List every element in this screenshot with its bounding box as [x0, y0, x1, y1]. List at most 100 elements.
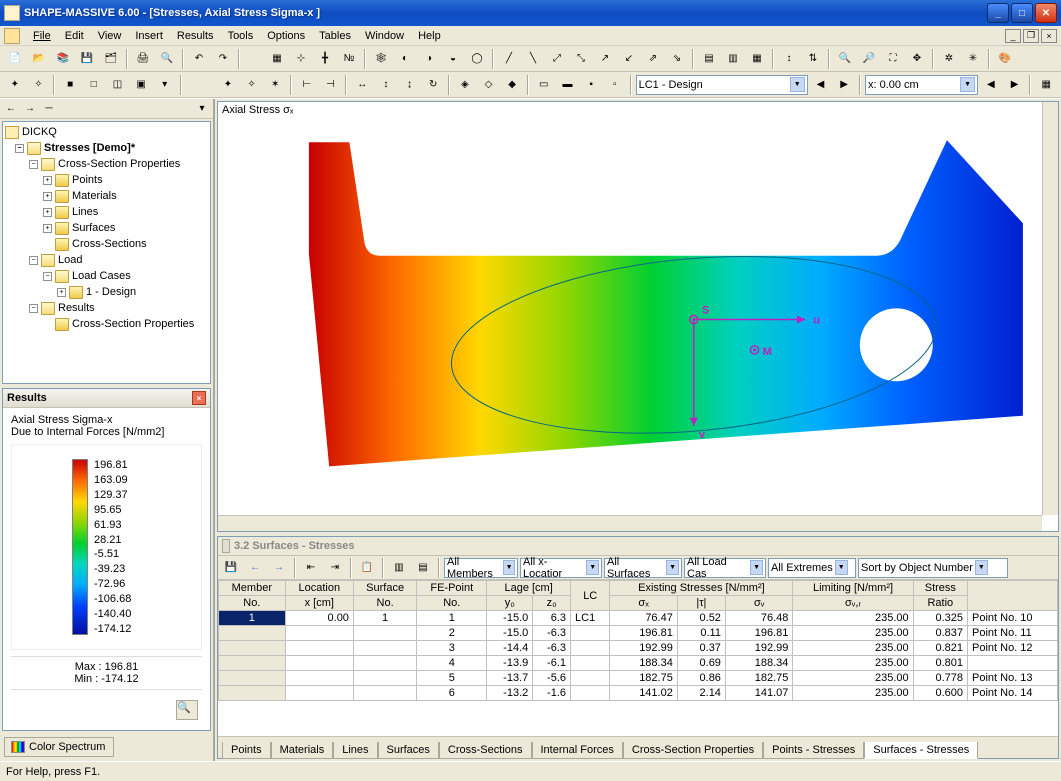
- number-toggle-button[interactable]: №: [338, 48, 360, 70]
- table-row[interactable]: 3-14.4-6.3192.990.37192.99235.000.821Poi…: [219, 641, 1058, 656]
- sec1-button[interactable]: ╱: [498, 48, 520, 70]
- maximize-button[interactable]: □: [1011, 3, 1033, 23]
- table3-button[interactable]: ▦: [746, 48, 768, 70]
- tool-e2[interactable]: ◇: [478, 74, 500, 96]
- axes-toggle-button[interactable]: ⊹: [290, 48, 312, 70]
- view-z-button[interactable]: ⇅: [802, 48, 824, 70]
- tool-d4[interactable]: ↻: [422, 74, 444, 96]
- sec2-button[interactable]: ╲: [522, 48, 544, 70]
- tab-surfaces-stresses[interactable]: Surfaces - Stresses: [864, 742, 978, 759]
- opt1-button[interactable]: ✲: [938, 48, 960, 70]
- tool-f4[interactable]: ▫: [604, 74, 626, 96]
- tab-lines[interactable]: Lines: [333, 742, 377, 759]
- table-row[interactable]: 4-13.9-6.1188.340.69188.34235.000.801: [219, 656, 1058, 671]
- filter-extremes[interactable]: All Extremes▼: [768, 558, 856, 578]
- tab-points-stresses[interactable]: Points - Stresses: [763, 742, 864, 759]
- render1-button[interactable]: ◑: [418, 48, 440, 70]
- tool-dropdown[interactable]: ▾: [154, 74, 176, 96]
- minimize-button[interactable]: _: [987, 3, 1009, 23]
- tab-materials[interactable]: Materials: [271, 742, 334, 759]
- filter-location[interactable]: All x-Locatior▼: [520, 558, 602, 578]
- sec5-button[interactable]: ↗: [594, 48, 616, 70]
- panel-grip-icon[interactable]: [222, 539, 230, 553]
- zoom-out-button[interactable]: 🔎: [858, 48, 880, 70]
- sec4-button[interactable]: ⤡: [570, 48, 592, 70]
- loadcase-combo[interactable]: LC1 - Design ▼: [636, 75, 808, 95]
- tab-internal-forces[interactable]: Internal Forces: [532, 742, 623, 759]
- tool-f2[interactable]: ▬: [557, 74, 579, 96]
- grid-toggle-button[interactable]: ▦: [266, 48, 288, 70]
- tool-e3[interactable]: ◆: [501, 74, 523, 96]
- tree-root[interactable]: DICKQ: [5, 124, 208, 140]
- tool-d3[interactable]: ↨: [399, 74, 421, 96]
- pan-button[interactable]: ✥: [906, 48, 928, 70]
- table-row[interactable]: 10.0011-15.06.3LC176.470.5276.48235.000.…: [219, 611, 1058, 626]
- print-button[interactable]: 🖨: [132, 48, 154, 70]
- transparency-button[interactable]: ◯: [466, 48, 488, 70]
- tool-b2[interactable]: ✧: [241, 74, 263, 96]
- coord-combo[interactable]: x: 0.00 cm ▼: [865, 75, 978, 95]
- tool-c1[interactable]: ⊢: [296, 74, 318, 96]
- tree-group-csp[interactable]: −Cross-Section Properties: [5, 156, 208, 172]
- coord-next[interactable]: ▶: [1004, 74, 1026, 96]
- tab-points[interactable]: Points: [222, 742, 271, 759]
- tree-materials[interactable]: +Materials: [5, 188, 208, 204]
- tt-next[interactable]: →: [268, 557, 290, 579]
- tt-first[interactable]: ⇤: [300, 557, 322, 579]
- tt-col2[interactable]: ▤: [412, 557, 434, 579]
- undo-button[interactable]: ↶: [188, 48, 210, 70]
- tool-e1[interactable]: ◈: [454, 74, 476, 96]
- table1-button[interactable]: ▤: [698, 48, 720, 70]
- print-preview-button[interactable]: 🔍: [156, 48, 178, 70]
- tool-f1[interactable]: ▭: [533, 74, 555, 96]
- graphic-scrollbar-v[interactable]: [1042, 102, 1058, 515]
- tree-points[interactable]: +Points: [5, 172, 208, 188]
- menu-results[interactable]: Results: [170, 28, 221, 44]
- menu-view[interactable]: View: [91, 28, 129, 44]
- tt-col1[interactable]: ▥: [388, 557, 410, 579]
- table2-button[interactable]: ▥: [722, 48, 744, 70]
- zoom-in-button[interactable]: 🔍: [834, 48, 856, 70]
- tool-box3[interactable]: ◫: [107, 74, 129, 96]
- tool-box1[interactable]: ■: [59, 74, 81, 96]
- tool-b1[interactable]: ✦: [217, 74, 239, 96]
- redo-button[interactable]: ↷: [212, 48, 234, 70]
- tool-last[interactable]: ▦: [1035, 74, 1057, 96]
- sec6-button[interactable]: ↙: [618, 48, 640, 70]
- menu-window[interactable]: Window: [358, 28, 411, 44]
- style-button[interactable]: 🎨: [994, 48, 1016, 70]
- filter-loadcase[interactable]: All Load Cas▼: [684, 558, 766, 578]
- mdi-minimize-button[interactable]: _: [1005, 29, 1021, 43]
- opt2-button[interactable]: ✳: [962, 48, 984, 70]
- graphic-scrollbar-h[interactable]: [218, 515, 1042, 531]
- filter-sort[interactable]: Sort by Object Number▼: [858, 558, 1008, 578]
- mdi-restore-button[interactable]: ❐: [1023, 29, 1039, 43]
- tool-d2[interactable]: ↕: [375, 74, 397, 96]
- open-button[interactable]: 📂: [28, 48, 50, 70]
- results-panel-close[interactable]: ×: [192, 391, 206, 405]
- mesh-button[interactable]: 🕸: [370, 48, 392, 70]
- sec8-button[interactable]: ⇘: [666, 48, 688, 70]
- tool-c2[interactable]: ⊣: [320, 74, 342, 96]
- sec3-button[interactable]: ⤢: [546, 48, 568, 70]
- loadcase-next[interactable]: ▶: [833, 74, 855, 96]
- tool-a2[interactable]: ✧: [28, 74, 50, 96]
- menu-options[interactable]: Options: [260, 28, 312, 44]
- calc-button[interactable]: 🗂: [100, 48, 122, 70]
- close-button[interactable]: ✕: [1035, 3, 1057, 23]
- tree-load-cases[interactable]: −Load Cases: [5, 268, 208, 284]
- tree-tool-3[interactable]: ─: [40, 101, 58, 117]
- tree-group-results[interactable]: −Results: [5, 300, 208, 316]
- menu-edit[interactable]: Edit: [58, 28, 91, 44]
- tree-cross-sections[interactable]: Cross-Sections: [5, 236, 208, 252]
- tab-csp[interactable]: Cross-Section Properties: [623, 742, 763, 759]
- color-spectrum-button[interactable]: Color Spectrum: [4, 737, 114, 757]
- table-grid[interactable]: Member Location Surface FE-Point Lage [c…: [218, 580, 1058, 736]
- coord-prev[interactable]: ◀: [980, 74, 1002, 96]
- tab-surfaces[interactable]: Surfaces: [378, 742, 439, 759]
- mdi-close-button[interactable]: ×: [1041, 29, 1057, 43]
- tool-box4[interactable]: ▣: [130, 74, 152, 96]
- sec7-button[interactable]: ⇗: [642, 48, 664, 70]
- menu-help[interactable]: Help: [411, 28, 448, 44]
- tree-tool-4[interactable]: ▾: [193, 101, 211, 117]
